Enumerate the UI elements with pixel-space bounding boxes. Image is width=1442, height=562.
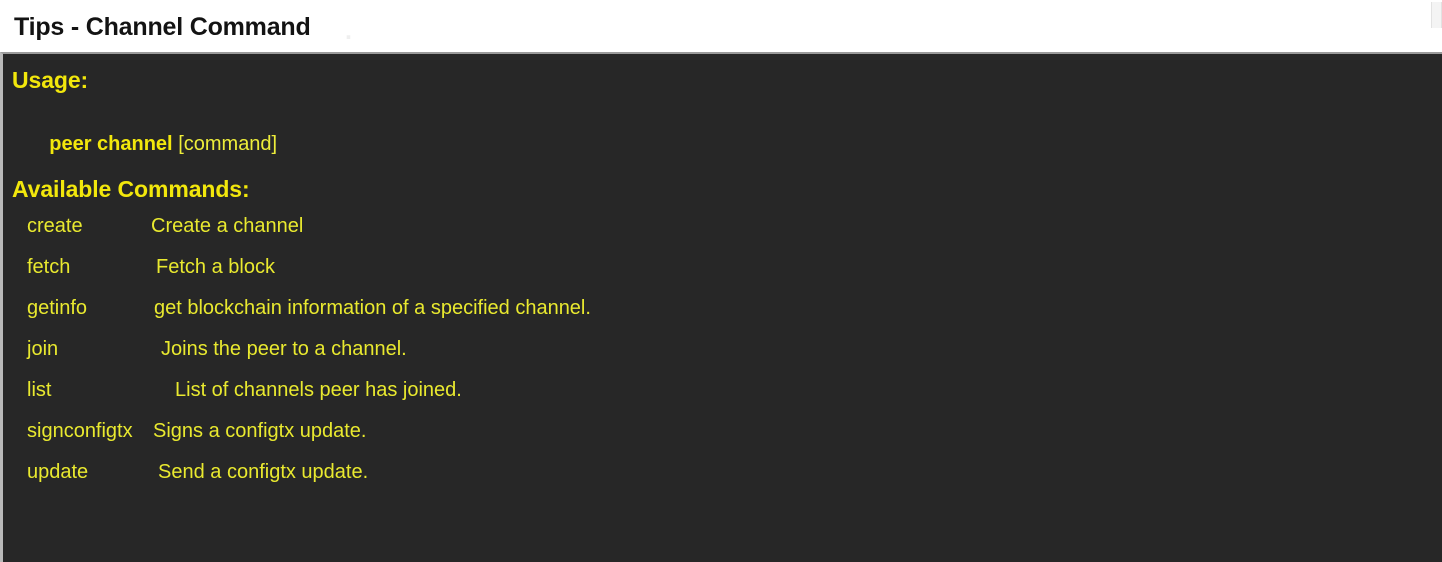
command-name: signconfigtx — [27, 420, 133, 442]
command-name: list — [27, 379, 52, 401]
command-name: fetch — [27, 256, 71, 278]
vertical-scrollbar[interactable] — [1431, 2, 1442, 28]
title-ghost-artifact: . — [345, 17, 352, 45]
terminal-output-panel: Usage: peer channel [command] Available … — [0, 52, 1442, 562]
command-name: join — [27, 338, 59, 360]
available-commands-heading: Available Commands: — [12, 176, 250, 202]
command-row: signconfigtx Signs a configtx update. — [3, 420, 1442, 461]
command-row: update Send a configtx update. — [3, 461, 1442, 502]
command-name: getinfo — [27, 297, 88, 319]
command-row: list List of channels peer has joined. — [3, 379, 1442, 420]
command-name: create — [27, 215, 83, 237]
usage-heading: Usage: — [12, 67, 89, 93]
command-description: Send a configtx update. — [158, 461, 369, 483]
command-row: create Create a channel — [3, 215, 1442, 256]
command-name: update — [27, 461, 89, 483]
usage-argument-text: [command] — [178, 133, 278, 155]
command-row: fetch Fetch a block — [3, 256, 1442, 297]
command-description: Create a channel — [151, 215, 304, 237]
usage-command-text: peer channel — [49, 133, 173, 155]
title-bar: Tips - Channel Command . — [0, 0, 1442, 52]
usage-command-line: peer channel [command] — [27, 110, 277, 179]
command-description: get blockchain information of a specifie… — [154, 297, 591, 319]
command-row: getinfo get blockchain information of a s… — [3, 297, 1442, 338]
page-title: Tips - Channel Command — [14, 13, 311, 41]
command-row: join Joins the peer to a channel. — [3, 338, 1442, 379]
command-description: List of channels peer has joined. — [175, 379, 462, 401]
command-description: Signs a configtx update. — [153, 420, 367, 442]
command-description: Joins the peer to a channel. — [161, 338, 407, 360]
command-description: Fetch a block — [156, 256, 275, 278]
